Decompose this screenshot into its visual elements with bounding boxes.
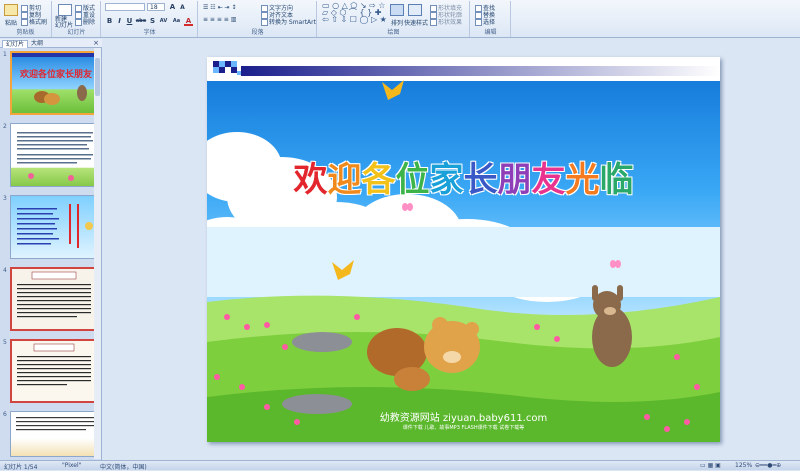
title-char: 欢 [293, 160, 328, 200]
arrange-icon[interactable] [390, 4, 404, 16]
grow-font-button[interactable]: A [168, 3, 177, 12]
thumbnail-art [16, 417, 94, 431]
format-painter-button[interactable]: 格式刷 [21, 17, 47, 26]
slide-title[interactable]: 欢迎各位家长朋友光临 [207, 152, 720, 201]
slide-thumbnail[interactable] [10, 411, 98, 457]
thumbnail-number: 6 [3, 411, 7, 418]
select-icon [475, 19, 482, 26]
font-color-button[interactable]: A [184, 17, 193, 26]
delete-label: 删除 [83, 19, 96, 26]
drawing-group-label: 绘图 [387, 29, 400, 36]
underline-button[interactable]: U [125, 17, 134, 26]
clipboard-group-label: 剪贴板 [16, 29, 35, 36]
slides-group: 新建 幻灯片 版式 重设 删除 幻灯片 [53, 1, 101, 37]
thumbnail-art [17, 132, 93, 181]
smartart-label: 转换为 SmartArt [269, 19, 316, 26]
editing-group-label: 编辑 [484, 29, 497, 36]
title-char: 位 [395, 160, 430, 200]
slide-canvas[interactable]: 欢迎各位家长朋友光临 幼教资源网站 ziyuan.baby611.com 课件下… [207, 57, 720, 442]
brush-icon [21, 19, 28, 26]
title-char: 友 [531, 160, 566, 200]
paragraph-group-label: 段落 [251, 29, 264, 36]
thumbnail-number: 5 [3, 339, 7, 346]
slide-thumbnail[interactable] [10, 339, 98, 403]
slide-thumbnail[interactable] [10, 267, 98, 331]
format-painter-label: 格式刷 [29, 19, 48, 26]
bullets-button[interactable]: ☰ ☷ ⇤ ⇥ ↕ [203, 4, 236, 11]
title-char: 各 [361, 160, 396, 200]
smartart-icon [261, 19, 268, 26]
status-bar: 幻灯片 1/54 "Pixel" 中文(简体，中国) ▭ ▦ ▣ 125% ⊖━… [0, 460, 800, 471]
ribbon: 粘贴 剪切 复制 格式刷 剪贴板 新建 幻灯片 版式 重设 删除 幻灯片 18 … [0, 0, 800, 38]
arrange-button[interactable]: 排列 [391, 18, 403, 27]
strike-button[interactable]: abe [135, 17, 147, 26]
slides-panel: 幻灯片 大纲 × 1 欢迎各位家长朋友 2 3 4 5 6 [0, 39, 102, 460]
close-panel-icon[interactable]: × [93, 39, 99, 47]
thumbnail-number: 2 [3, 123, 7, 130]
drawing-group: ▭ ○ △ ⬠ ↘ ⇨ ☆ ▱ ◇ ⬡ ⌒ { } ✚ ⇦ ⇧ ⇩ ☐ ◯ ▷ ★ … [318, 1, 470, 37]
font-name-combo[interactable] [105, 3, 145, 11]
clipboard-group: 粘贴 剪切 复制 格式刷 剪贴板 [0, 1, 52, 37]
slide-thumbnail[interactable]: 欢迎各位家长朋友 [10, 51, 98, 115]
tab-outline[interactable]: 大纲 [28, 40, 46, 48]
delete-icon [75, 19, 82, 26]
thumbnail-art [17, 343, 91, 386]
view-buttons[interactable]: ▭ ▦ ▣ [700, 462, 721, 469]
paste-button[interactable]: 粘贴 [5, 18, 17, 27]
editing-group: 查找 替换 选择 编辑 [471, 1, 511, 37]
thumbnail-number: 3 [3, 195, 7, 202]
font-size-combo[interactable]: 18 [147, 3, 165, 11]
select-label: 选择 [483, 19, 496, 26]
shadow-button[interactable]: S [148, 17, 157, 26]
shrink-font-button[interactable]: A [178, 3, 187, 12]
title-char: 光 [565, 160, 600, 200]
spacing-button[interactable]: AV [158, 17, 169, 26]
bold-button[interactable]: B [105, 17, 114, 26]
slides-group-label: 幻灯片 [67, 29, 86, 36]
slide-thumbnail[interactable] [10, 123, 98, 187]
website-subfooter: 课件下载 儿歌、故事MP3 FLASH课件下载 试卷下载等 [402, 425, 525, 431]
zoom-level[interactable]: 125% [735, 462, 752, 469]
thumbnail-art [17, 204, 93, 248]
scrollbar-thumb[interactable] [95, 58, 100, 96]
panel-scrollbar[interactable] [94, 48, 101, 459]
title-char: 长 [463, 160, 498, 200]
quick-styles-button[interactable]: 快速样式 [404, 18, 428, 27]
font-group: 18 A A B I U abe S AV Aa A 字体 [102, 1, 198, 37]
thumbnail-art [17, 271, 91, 318]
thumbnail-art: 欢迎各位家长朋友 [12, 53, 96, 105]
slide-artwork [207, 57, 720, 442]
shapes-gallery[interactable]: ▭ ○ △ ⬠ ↘ ⇨ ☆ ▱ ◇ ⬡ ⌒ { } ✚ ⇦ ⇧ ⇩ ☐ ◯ ▷ ★ [322, 2, 387, 24]
theme-name: "Pixel" [62, 462, 82, 469]
svg-text:欢迎各位家长朋友: 欢迎各位家长朋友 [19, 68, 92, 80]
title-char: 朋 [497, 160, 532, 200]
font-group-label: 字体 [143, 29, 156, 36]
new-slide-icon[interactable] [58, 4, 72, 16]
quick-styles-icon[interactable] [408, 4, 422, 16]
title-char: 家 [429, 160, 464, 200]
shape-effects-label: 形状效果 [438, 19, 463, 26]
case-button[interactable]: Aa [171, 17, 182, 26]
thumbnail-number: 1 [3, 51, 7, 58]
panel-tabs: 幻灯片 大纲 × [0, 39, 102, 48]
website-footer: 幼教资源网站 ziyuan.baby611.com [379, 413, 548, 424]
shape-effects-button[interactable]: 形状效果 [430, 17, 462, 26]
effects-icon [430, 19, 437, 26]
align-buttons[interactable]: ≡ ≡ ≡ ≡ ▥ [203, 16, 236, 23]
slide-thumbnail[interactable] [10, 195, 98, 259]
select-button[interactable]: 选择 [475, 17, 495, 26]
thumbnail-number: 4 [3, 267, 7, 274]
zoom-slider[interactable]: ⊖━━●━⊕ [755, 462, 781, 469]
italic-button[interactable]: I [115, 17, 124, 26]
tab-slides[interactable]: 幻灯片 [2, 40, 29, 48]
title-char: 临 [599, 160, 634, 200]
paste-icon[interactable] [4, 4, 18, 16]
smartart-button[interactable]: 转换为 SmartArt [261, 17, 316, 26]
paragraph-group: ☰ ☷ ⇤ ⇥ ↕ ≡ ≡ ≡ ≡ ▥ 文字方向 对齐文本 转换为 SmartA… [199, 1, 317, 37]
title-char: 迎 [327, 160, 362, 200]
delete-button[interactable]: 删除 [75, 17, 95, 26]
